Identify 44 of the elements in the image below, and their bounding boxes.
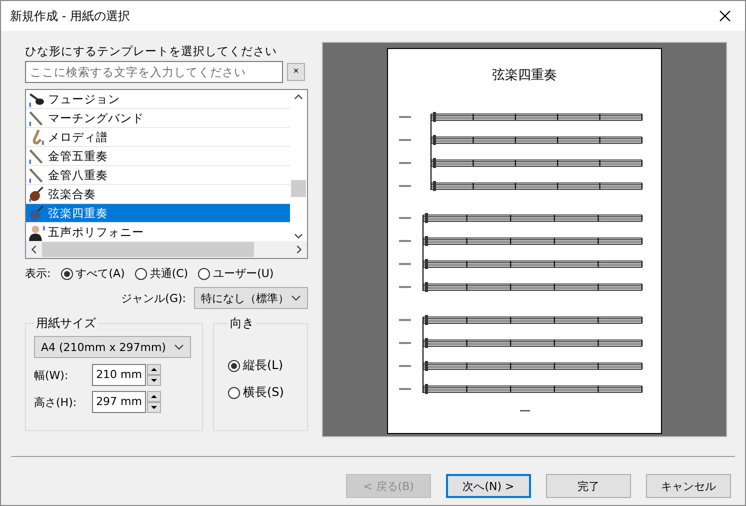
scroll-right-icon[interactable] <box>296 245 302 254</box>
group-title: 向き <box>229 315 255 332</box>
display-label: 表示: <box>25 266 51 281</box>
chevron-down-icon <box>291 295 301 301</box>
width-spinner[interactable] <box>147 364 161 386</box>
template-item[interactable]: 弦楽四重奏 <box>26 204 290 223</box>
scroll-thumb[interactable] <box>291 180 306 197</box>
template-item[interactable]: フュージョン <box>26 90 290 109</box>
person-icon <box>28 224 45 240</box>
height-spinner[interactable] <box>147 391 161 413</box>
display-radio[interactable]: すべて(A) <box>60 266 125 281</box>
display-radio[interactable]: ユーザー(U) <box>198 266 274 281</box>
close-icon[interactable] <box>719 10 731 22</box>
scroll-thumb[interactable] <box>42 242 254 257</box>
scroll-left-icon[interactable] <box>31 245 37 254</box>
scroll-down-icon[interactable] <box>294 233 303 239</box>
dialog-button[interactable]: 次へ(N) > <box>446 474 531 498</box>
template-item[interactable]: 金管八重奏 <box>26 166 290 185</box>
chevron-down-icon <box>174 344 184 350</box>
genre-dropdown[interactable]: 特になし（標準） <box>194 287 308 309</box>
template-prompt: ひな形にするテンプレートを選択してください <box>25 44 278 59</box>
violin-icon <box>28 204 45 222</box>
dialog-button[interactable]: 完了 <box>546 474 631 498</box>
genre-label: ジャンル(G): <box>121 290 186 306</box>
template-item[interactable]: メロディ譜 <box>26 128 290 147</box>
horizontal-scrollbar[interactable] <box>26 241 307 258</box>
template-item[interactable]: マーチングバンド <box>26 109 290 128</box>
paper-size-dropdown[interactable]: A4 (210mm x 297mm) <box>34 336 191 358</box>
template-item[interactable]: 金管五重奏 <box>26 147 290 166</box>
clear-search-button[interactable]: × <box>287 63 305 81</box>
orientation-radio[interactable]: 縦長(L) <box>228 357 299 374</box>
height-label: 高さ(H): <box>34 394 78 410</box>
dialog-button[interactable]: キャンセル <box>646 474 731 498</box>
display-radio[interactable]: 共通(C) <box>134 266 188 281</box>
window-title: 新規作成 - 用紙の選択 <box>10 8 130 24</box>
group-title: 用紙サイズ <box>35 315 97 332</box>
scroll-up-icon[interactable] <box>294 94 303 100</box>
height-field[interactable]: 297 mm <box>92 391 146 413</box>
orientation-radio[interactable]: 横長(S) <box>228 384 299 401</box>
score-title: 弦楽四重奏 <box>492 67 557 84</box>
search-field[interactable]: ここに検索する文字を入力してください <box>25 61 283 83</box>
width-field[interactable]: 210 mm <box>92 364 146 386</box>
width-label: 幅(W): <box>34 368 70 382</box>
violin-icon <box>28 186 45 202</box>
